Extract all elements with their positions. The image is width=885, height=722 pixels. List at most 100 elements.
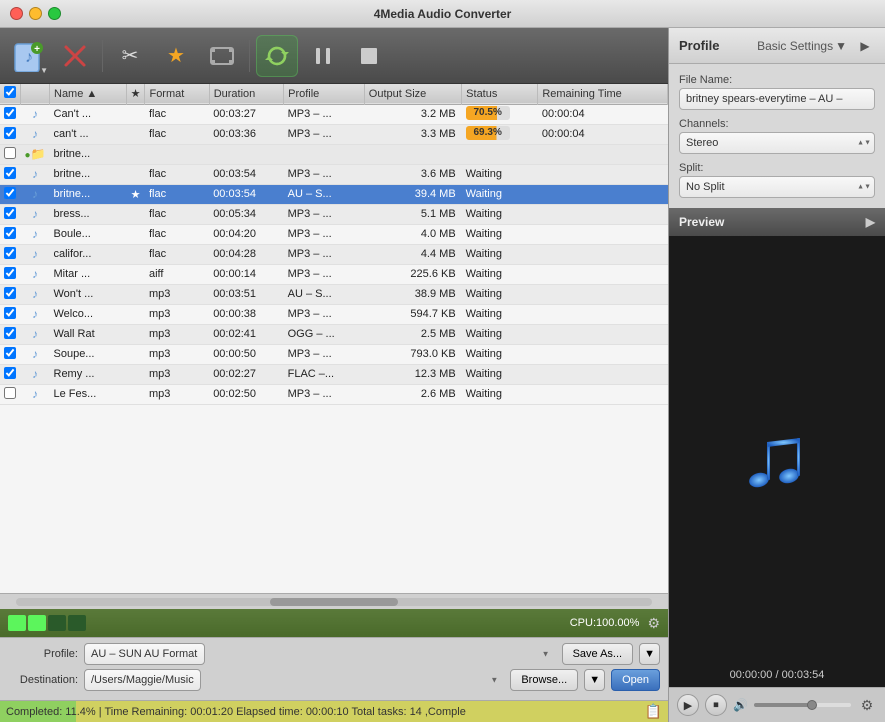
favorites-button[interactable]: ★ <box>155 35 197 77</box>
row-checkbox-cell[interactable] <box>0 264 21 284</box>
close-button[interactable] <box>10 7 23 20</box>
row-checkbox-cell[interactable] <box>0 144 21 164</box>
folder-icon: 📁 <box>31 147 46 161</box>
profile-tab[interactable]: Profile <box>679 38 719 53</box>
row-checkbox-cell[interactable] <box>0 224 21 244</box>
row-checkbox[interactable] <box>4 387 16 399</box>
volume-thumb[interactable] <box>807 700 817 710</box>
split-select[interactable]: No Split <box>679 176 875 198</box>
row-checkbox-cell[interactable] <box>0 284 21 304</box>
row-checkbox[interactable] <box>4 127 16 139</box>
col-remaining[interactable]: Remaining Time <box>538 84 668 104</box>
minimize-button[interactable] <box>29 7 42 20</box>
destination-select-wrap[interactable]: /Users/Maggie/Music <box>84 669 504 691</box>
horizontal-scrollbar[interactable] <box>0 593 668 609</box>
row-checkbox[interactable] <box>4 347 16 359</box>
add-file-button[interactable]: ♪ + ▼ <box>8 35 50 77</box>
row-checkbox[interactable] <box>4 227 16 239</box>
destination-select[interactable]: /Users/Maggie/Music <box>84 669 201 691</box>
col-status[interactable]: Status <box>462 84 538 104</box>
pause-button[interactable] <box>302 35 344 77</box>
save-as-button[interactable]: Save As... <box>562 643 634 665</box>
row-status: 69.3% <box>462 124 538 144</box>
open-button[interactable]: Open <box>611 669 660 691</box>
table-row[interactable]: ♪ Won't ... mp3 00:03:51 AU – S... 38.9 … <box>0 284 668 304</box>
preview-settings-icon[interactable]: ⚙ <box>857 695 877 715</box>
col-profile[interactable]: Profile <box>284 84 365 104</box>
file-name-input[interactable] <box>679 88 875 110</box>
stop-preview-button[interactable]: ⏹ <box>705 694 727 716</box>
row-checkbox[interactable] <box>4 327 16 339</box>
row-checkbox-cell[interactable] <box>0 324 21 344</box>
table-row[interactable]: ♪ Wall Rat mp3 00:02:41 OGG – ... 2.5 MB… <box>0 324 668 344</box>
cpu-settings-icon[interactable]: ⚙ <box>647 615 660 632</box>
stop-button[interactable] <box>348 35 390 77</box>
maximize-button[interactable] <box>48 7 61 20</box>
table-row[interactable]: ♪ Boule... flac 00:04:20 MP3 – ... 4.0 M… <box>0 224 668 244</box>
table-row[interactable]: ♪ can't ... flac 00:03:36 MP3 – ... 3.3 … <box>0 124 668 144</box>
file-table-container[interactable]: Name ▲ ★ Format Duration Profile Output … <box>0 84 668 593</box>
scroll-thumb[interactable] <box>270 598 397 606</box>
row-checkbox[interactable] <box>4 147 16 159</box>
table-row[interactable]: ♪ Can't ... flac 00:03:27 MP3 – ... 3.2 … <box>0 104 668 124</box>
row-checkbox-cell[interactable] <box>0 104 21 124</box>
save-dropdown-button[interactable]: ▼ <box>639 643 660 665</box>
row-checkbox-cell[interactable] <box>0 124 21 144</box>
table-row[interactable]: ♪ bress... flac 00:05:34 MP3 – ... 5.1 M… <box>0 204 668 224</box>
cut-button[interactable]: ✂ <box>109 35 151 77</box>
profile-select[interactable]: AU – SUN AU Format <box>84 643 205 665</box>
file-icon: ♪ <box>32 207 38 221</box>
profile-select-wrap[interactable]: AU – SUN AU Format <box>84 643 556 665</box>
row-checkbox[interactable] <box>4 167 16 179</box>
split-select-wrap[interactable]: No Split <box>679 176 875 198</box>
row-checkbox-cell[interactable] <box>0 184 21 204</box>
convert-button[interactable] <box>256 35 298 77</box>
row-checkbox-cell[interactable] <box>0 244 21 264</box>
row-checkbox[interactable] <box>4 367 16 379</box>
table-row[interactable]: ♪ Mitar ... aiff 00:00:14 MP3 – ... 225.… <box>0 264 668 284</box>
table-row[interactable]: ♪ Remy ... mp3 00:02:27 FLAC –... 12.3 M… <box>0 364 668 384</box>
table-row[interactable]: ♪ Le Fes... mp3 00:02:50 MP3 – ... 2.6 M… <box>0 384 668 404</box>
destination-label: Destination: <box>8 674 78 686</box>
row-checkbox-cell[interactable] <box>0 204 21 224</box>
right-panel-expand-button[interactable]: ▶ <box>855 36 875 56</box>
video-button[interactable] <box>201 35 243 77</box>
col-name[interactable]: Name ▲ <box>50 84 127 104</box>
play-button[interactable]: ▶ <box>677 694 699 716</box>
row-checkbox[interactable] <box>4 107 16 119</box>
row-checkbox-cell[interactable] <box>0 364 21 384</box>
row-checkbox[interactable] <box>4 187 16 199</box>
table-row[interactable]: ♪ Welco... mp3 00:00:38 MP3 – ... 594.7 … <box>0 304 668 324</box>
basic-settings-button[interactable]: Basic Settings ▼ <box>757 39 847 53</box>
row-checkbox-cell[interactable] <box>0 384 21 404</box>
row-checkbox[interactable] <box>4 207 16 219</box>
row-profile <box>284 144 365 164</box>
col-output-size[interactable]: Output Size <box>364 84 461 104</box>
col-duration[interactable]: Duration <box>209 84 283 104</box>
channels-select-wrap[interactable]: Stereo <box>679 132 875 154</box>
row-checkbox[interactable] <box>4 287 16 299</box>
table-row[interactable]: ♪ califor... flac 00:04:28 MP3 – ... 4.4… <box>0 244 668 264</box>
channels-select[interactable]: Stereo <box>679 132 875 154</box>
log-icon[interactable]: 📋 <box>645 703 662 720</box>
volume-slider[interactable] <box>754 703 851 707</box>
row-checkbox[interactable] <box>4 307 16 319</box>
table-row[interactable]: ♪ britne... flac 00:03:54 MP3 – ... 3.6 … <box>0 164 668 184</box>
row-status: Waiting <box>462 224 538 244</box>
scroll-track[interactable] <box>16 598 652 606</box>
remove-button[interactable] <box>54 35 96 77</box>
preview-expand-button[interactable]: ▶ <box>866 215 875 229</box>
window-controls[interactable] <box>10 7 61 20</box>
row-checkbox-cell[interactable] <box>0 344 21 364</box>
select-all-checkbox[interactable] <box>4 86 16 98</box>
col-format[interactable]: Format <box>145 84 209 104</box>
table-row[interactable]: ♪ britne... ★ flac 00:03:54 AU – S... 39… <box>0 184 668 204</box>
row-checkbox-cell[interactable] <box>0 164 21 184</box>
table-row[interactable]: ●📁 britne... <box>0 144 668 164</box>
row-checkbox[interactable] <box>4 247 16 259</box>
table-row[interactable]: ♪ Soupe... mp3 00:00:50 MP3 – ... 793.0 … <box>0 344 668 364</box>
browse-dropdown-button[interactable]: ▼ <box>584 669 605 691</box>
row-checkbox[interactable] <box>4 267 16 279</box>
row-checkbox-cell[interactable] <box>0 304 21 324</box>
browse-button[interactable]: Browse... <box>510 669 578 691</box>
